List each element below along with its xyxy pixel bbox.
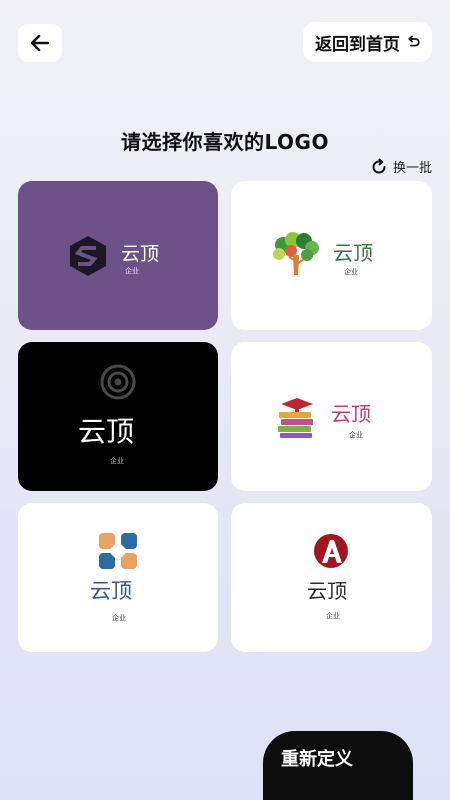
logo-card-3[interactable]: 云顶 企业 bbox=[18, 342, 218, 491]
logo-card-2[interactable]: 云顶 企业 bbox=[231, 181, 432, 330]
logo-card-5-brand: 云顶 bbox=[90, 579, 132, 603]
logo-card-6-sub: 企业 bbox=[326, 612, 340, 620]
logo-card-4-sub: 企业 bbox=[349, 431, 363, 439]
target-circle-icon bbox=[100, 364, 136, 400]
refresh-label: 换一批 bbox=[392, 161, 432, 176]
logo-card-1[interactable]: 云顶 企业 bbox=[18, 181, 218, 330]
page-title: 请选择你喜欢的LOGO bbox=[121, 130, 329, 154]
arrow-left-icon bbox=[31, 35, 49, 51]
logo-card-4[interactable]: 云顶 企业 bbox=[231, 342, 432, 491]
logo-card-2-sub: 企业 bbox=[344, 268, 358, 276]
knot-icon bbox=[99, 533, 137, 569]
logo-card-1-brand: 云顶 bbox=[121, 243, 160, 265]
logo-card-3-sub: 企业 bbox=[110, 457, 124, 465]
logo-card-6[interactable]: 云顶 企业 bbox=[231, 503, 432, 652]
letter-a-icon bbox=[314, 534, 348, 568]
books-icon bbox=[278, 398, 313, 438]
customize-label: 重新定义 bbox=[281, 749, 353, 770]
logo-card-3-brand: 云顶 bbox=[78, 415, 135, 448]
return-arrow-icon bbox=[408, 35, 420, 47]
logo-card-6-brand: 云顶 bbox=[307, 579, 347, 603]
logo-card-2-brand: 云顶 bbox=[333, 241, 373, 265]
return-home-button[interactable]: 返回到首页 bbox=[303, 22, 432, 62]
refresh-icon bbox=[372, 158, 386, 173]
logo-card-4-brand: 云顶 bbox=[331, 402, 371, 426]
refresh-button[interactable]: 换一批 bbox=[370, 157, 432, 176]
back-button[interactable] bbox=[18, 24, 62, 62]
logo-card-5-sub: 企业 bbox=[112, 614, 126, 622]
customize-button[interactable]: 重新定义 bbox=[263, 731, 413, 800]
logo-card-1-sub: 企业 bbox=[125, 267, 139, 275]
logo-grid: 云顶 企业 云顶 企业 云顶 企业 云顶 企业 云顶 企业 云顶 企业 bbox=[18, 181, 432, 652]
return-home-label: 返回到首页 bbox=[315, 34, 400, 55]
hexagon-s-icon bbox=[70, 236, 106, 276]
logo-card-5[interactable]: 云顶 企业 bbox=[18, 503, 218, 652]
tree-icon bbox=[273, 232, 319, 275]
